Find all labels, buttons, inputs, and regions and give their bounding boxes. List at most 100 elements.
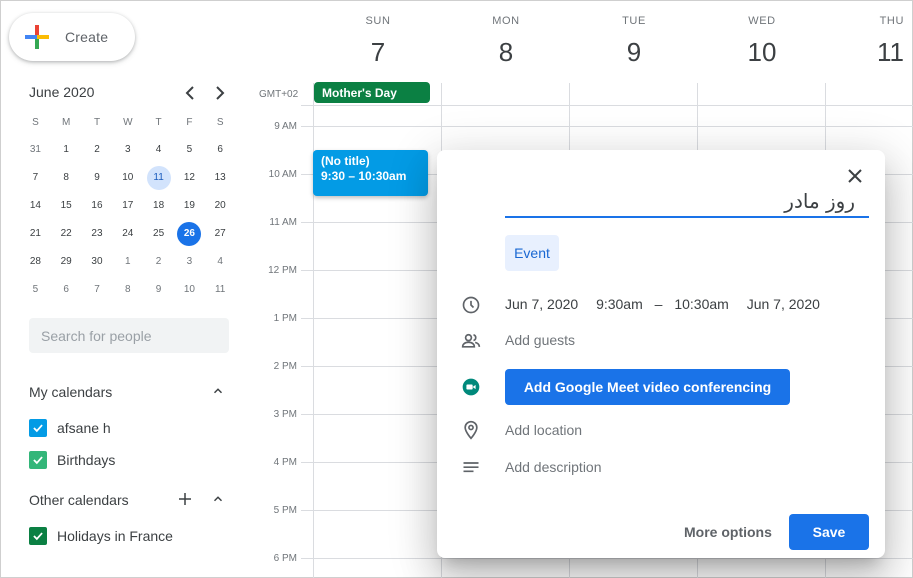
start-time[interactable]: 9:30am (596, 296, 643, 312)
mini-calendar-day[interactable]: 4 (147, 138, 171, 162)
mini-calendar-week: 5 6 7 8 9 10 11 (20, 276, 236, 304)
mini-calendar-day[interactable]: 27 (208, 222, 232, 246)
mini-calendar-day[interactable]: 22 (54, 222, 78, 246)
event-type-tab[interactable]: Event (505, 235, 559, 271)
mini-calendar-cell: 3 (112, 138, 143, 162)
mini-calendar-day[interactable]: 8 (116, 278, 140, 302)
weekday-label: S (32, 116, 39, 128)
mini-calendar-cell: 6 (51, 278, 82, 302)
mini-calendar-cell: 20 (205, 194, 236, 218)
add-location-field[interactable]: Add location (505, 422, 582, 438)
mini-calendar-day[interactable]: 10 (116, 166, 140, 190)
mini-calendar-week: 31 1 2 3 4 5 6 (20, 136, 236, 164)
mini-calendar-day[interactable]: 12 (177, 166, 201, 190)
mini-calendar-day[interactable]: 29 (54, 250, 78, 274)
mini-calendar-cell: 8 (51, 166, 82, 190)
checkbox-checked-icon[interactable] (29, 527, 47, 545)
more-options-button[interactable]: More options (684, 524, 772, 540)
mini-calendar-cell: 5 (20, 278, 51, 302)
mini-calendar-day[interactable]: 28 (23, 250, 47, 274)
mini-calendar-day[interactable]: 1 (116, 250, 140, 274)
location-pin-icon (464, 420, 478, 440)
mini-calendar-day[interactable]: 7 (85, 278, 109, 302)
close-button[interactable] (843, 164, 867, 188)
day-number-10[interactable]: 10 (722, 37, 802, 68)
checkbox-checked-icon[interactable] (29, 451, 47, 469)
add-meet-conferencing-button[interactable]: Add Google Meet video conferencing (505, 369, 790, 405)
time-separator: – (654, 296, 663, 312)
checkbox-checked-icon[interactable] (29, 419, 47, 437)
mini-calendar-cell: 16 (82, 194, 113, 218)
mini-calendar-day[interactable]: 9 (147, 278, 171, 302)
weekday-label: S (216, 116, 224, 128)
add-guests-field[interactable]: Add guests (505, 332, 575, 348)
mini-calendar-day[interactable]: 5 (23, 278, 47, 302)
mini-calendar-cell: 10 (112, 166, 143, 190)
next-month-button[interactable] (208, 81, 232, 105)
mini-calendar-day[interactable]: 23 (85, 222, 109, 246)
my-calendars-collapse-button[interactable] (208, 384, 228, 401)
mini-calendar-day[interactable]: 3 (116, 138, 140, 162)
mini-calendar-day[interactable]: 31 (23, 138, 47, 162)
mini-calendar-day[interactable]: 10 (177, 278, 201, 302)
mini-calendar-day[interactable]: 6 (54, 278, 78, 302)
mini-calendar-day[interactable]: 24 (116, 222, 140, 246)
other-calendars-collapse-button[interactable] (208, 492, 228, 509)
allday-event-mothers-day[interactable]: Mother's Day (314, 82, 430, 103)
mini-calendar-day[interactable]: 2 (85, 138, 109, 162)
day-of-week-mon: MON (492, 15, 520, 27)
calendar-item-birthdays[interactable]: Birthdays (29, 451, 115, 469)
mini-calendar-day-selected[interactable]: 11 (146, 166, 171, 190)
mini-calendar-cell: 30 (82, 250, 113, 274)
day-number-11[interactable]: 11 (834, 37, 913, 68)
save-button[interactable]: Save (789, 514, 869, 550)
mini-calendar-day[interactable]: 17 (116, 194, 140, 218)
mini-calendar-day[interactable]: 11 (208, 278, 232, 302)
end-time[interactable]: 10:30am (674, 296, 728, 312)
event-title: (No title) (321, 154, 370, 168)
mini-calendar-day[interactable]: 3 (177, 250, 201, 274)
prev-month-button[interactable] (178, 81, 202, 105)
mini-calendar-day[interactable]: 13 (208, 166, 232, 190)
mini-calendar-day[interactable]: 19 (177, 194, 201, 218)
day-number-8[interactable]: 8 (466, 37, 546, 68)
mini-calendar-weekdays: SMTWTFS (20, 108, 236, 136)
mini-calendar-day[interactable]: 9 (85, 166, 109, 190)
mini-calendar-day[interactable]: 2 (147, 250, 171, 274)
mini-calendar-cell: 25 (143, 222, 174, 246)
day-number-7[interactable]: 7 (338, 37, 418, 68)
weekday-label: T (155, 116, 162, 128)
event-title: Mother's Day (322, 86, 397, 100)
mini-calendar-day[interactable]: 15 (54, 194, 78, 218)
mini-calendar-day[interactable]: 8 (54, 166, 78, 190)
mini-calendar-cell: 15 (51, 194, 82, 218)
day-number-9[interactable]: 9 (594, 37, 674, 68)
draft-event[interactable]: (No title) 9:30 – 10:30am (313, 150, 428, 196)
add-other-calendar-button[interactable] (175, 490, 195, 511)
mini-calendar-day[interactable]: 25 (147, 222, 171, 246)
add-description-field[interactable]: Add description (505, 459, 602, 475)
mini-calendar-day[interactable]: 4 (208, 250, 232, 274)
mini-calendar-day[interactable]: 7 (23, 166, 47, 190)
mini-calendar-cell: 29 (51, 250, 82, 274)
mini-calendar-day[interactable]: 14 (23, 194, 47, 218)
end-date[interactable]: Jun 7, 2020 (747, 296, 820, 312)
chevron-up-icon (213, 496, 223, 502)
mini-calendar-day[interactable]: 18 (147, 194, 171, 218)
calendar-item-holidays-france[interactable]: Holidays in France (29, 527, 173, 545)
mini-calendar-day[interactable]: 16 (85, 194, 109, 218)
mini-calendar-day[interactable]: 21 (23, 222, 47, 246)
mini-calendar-day[interactable]: 1 (54, 138, 78, 162)
mini-calendar-day[interactable]: 20 (208, 194, 232, 218)
mini-calendar-today[interactable]: 26 (177, 222, 202, 246)
calendar-item-afsane[interactable]: afsane h (29, 419, 111, 437)
start-date[interactable]: Jun 7, 2020 (505, 296, 578, 312)
search-people-input[interactable] (29, 318, 229, 353)
event-title-input[interactable] (505, 186, 869, 218)
mini-calendar-day[interactable]: 30 (85, 250, 109, 274)
mini-calendar-cell: 1 (51, 138, 82, 162)
create-button[interactable]: Create (9, 13, 135, 61)
mini-calendar-day[interactable]: 5 (177, 138, 201, 162)
mini-calendar-cell: 12 (174, 166, 205, 190)
mini-calendar-day[interactable]: 6 (208, 138, 232, 162)
